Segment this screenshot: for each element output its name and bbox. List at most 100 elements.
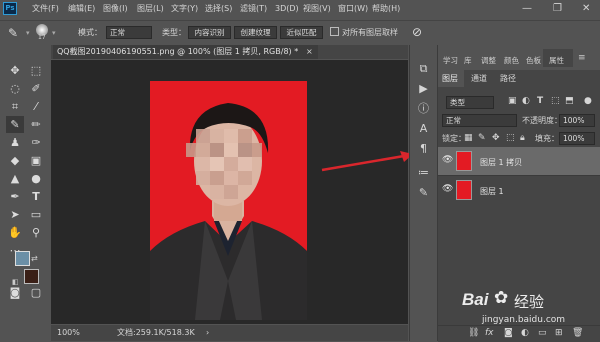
gradient-tool-icon[interactable]: ▣ <box>27 152 45 169</box>
lasso-tool-icon[interactable]: ◌ <box>6 80 24 97</box>
menu-file[interactable]: 文件(F) <box>32 5 59 13</box>
lock-all-icon[interactable]: 🔒︎ <box>520 133 525 143</box>
eraser-tool-icon[interactable]: ◆ <box>6 152 24 169</box>
tab-libraries[interactable]: 库 <box>464 55 472 66</box>
sample-all-checkbox[interactable] <box>330 27 339 36</box>
crop-tool-icon[interactable]: ⌗ <box>6 98 24 115</box>
swap-colors-icon[interactable]: ⇄ <box>31 254 38 263</box>
history-panel-icon[interactable]: ⧉ <box>415 61 432 77</box>
filter-toggle-icon[interactable]: ● <box>584 96 592 106</box>
brush-dropdown-icon[interactable]: ▾ <box>52 29 56 37</box>
tab-paths[interactable]: 路径 <box>500 75 516 83</box>
lock-position-icon[interactable]: ✥ <box>492 133 500 143</box>
character-panel-icon[interactable]: A <box>415 121 432 137</box>
lock-pixels-icon[interactable]: ✎ <box>478 133 486 143</box>
fill-input[interactable]: 100% <box>559 132 595 145</box>
status-arrow-icon[interactable]: › <box>206 329 209 337</box>
zoom-tool-icon[interactable]: ⚲ <box>27 224 45 241</box>
panel-menu-icon[interactable]: ≡ <box>578 53 586 63</box>
hand-tool-icon[interactable]: ✋ <box>6 224 24 241</box>
filter-adjustment-icon[interactable]: ◐ <box>522 96 530 106</box>
menu-help[interactable]: 帮助(H) <box>372 5 400 13</box>
tab-properties[interactable]: 属性 <box>549 55 564 66</box>
layer-kind-select[interactable]: 类型 <box>446 96 494 109</box>
close-tab-icon[interactable]: × <box>306 48 313 56</box>
visibility-eye-icon[interactable]: 👁︎ <box>442 184 453 194</box>
lock-transparent-icon[interactable]: ▦ <box>464 133 473 143</box>
portrait-photo[interactable] <box>150 81 307 320</box>
blend-mode-value: 正常 <box>446 116 461 125</box>
dropdown-arrow-icon[interactable]: ▾ <box>26 29 30 37</box>
dodge-tool-icon[interactable]: ● <box>27 170 45 187</box>
background-color-swatch[interactable] <box>24 269 39 284</box>
tab-adjustments[interactable]: 调整 <box>481 55 496 66</box>
blur-tool-icon[interactable]: ▲ <box>6 170 24 187</box>
path-select-tool-icon[interactable]: ➤ <box>6 206 24 223</box>
filter-pixel-icon[interactable]: ▣ <box>508 96 517 106</box>
close-window-button[interactable]: ✕ <box>582 3 590 14</box>
visibility-eye-icon[interactable]: 👁︎ <box>442 155 453 165</box>
shape-tool-icon[interactable]: ▭ <box>27 206 45 223</box>
menu-edit[interactable]: 编辑(E) <box>68 5 95 13</box>
opacity-input[interactable]: 100% <box>559 114 595 127</box>
annotation-arrow <box>321 151 413 172</box>
filter-shape-icon[interactable]: ⬚ <box>551 96 560 106</box>
tab-channels[interactable]: 通道 <box>471 75 487 83</box>
screen-mode-icon[interactable]: ▢ <box>27 284 45 301</box>
status-bar: 100% 文档:259.1K/518.3K › <box>51 325 408 341</box>
type-tool-icon[interactable]: T <box>27 188 45 205</box>
menu-3d[interactable]: 3D(D) <box>275 5 299 13</box>
move-tool-icon[interactable]: ✥ <box>6 62 24 79</box>
layer-name[interactable]: 图层 1 拷贝 <box>480 157 522 168</box>
filter-smart-icon[interactable]: ⬒ <box>565 96 574 106</box>
foreground-color-swatch[interactable] <box>15 251 30 266</box>
tab-color[interactable]: 颜色 <box>504 55 519 66</box>
zoom-level[interactable]: 100% <box>57 329 80 337</box>
menu-window[interactable]: 窗口(W) <box>338 5 368 13</box>
layer-thumbnail <box>456 180 472 200</box>
info-panel-icon[interactable]: ⓘ <box>415 101 432 117</box>
tab-swatches[interactable]: 色板 <box>526 55 541 66</box>
minimize-button[interactable]: — <box>522 3 532 14</box>
eyedropper-tool-icon[interactable]: ⁄ <box>27 98 45 115</box>
brush-tool-icon[interactable]: ✏ <box>27 116 45 133</box>
opacity-label: 不透明度： <box>522 116 562 125</box>
paragraph-panel-icon[interactable]: ¶ <box>415 141 432 157</box>
menu-filter[interactable]: 滤镜(T) <box>240 5 267 13</box>
menu-image[interactable]: 图像(I) <box>103 5 128 13</box>
spot-healing-brush-icon[interactable]: ✎ <box>8 26 18 40</box>
brushes-panel-icon[interactable]: ✎ <box>415 185 432 201</box>
document-tab[interactable]: QQ截图20190406190551.png @ 100% (图层 1 拷贝, … <box>53 45 318 59</box>
content-aware-button[interactable]: 内容识别 <box>188 26 231 39</box>
menu-layer[interactable]: 图层(L) <box>137 5 164 13</box>
tab-learn[interactable]: 学习 <box>443 55 458 66</box>
layer-name[interactable]: 图层 1 <box>480 186 504 197</box>
menu-select[interactable]: 选择(S) <box>205 5 232 13</box>
pen-tool-icon[interactable]: ✒ <box>6 188 24 205</box>
layer-row[interactable]: 👁︎ 图层 1 <box>438 175 600 204</box>
filter-type-icon[interactable]: T <box>537 96 543 106</box>
clone-stamp-tool-icon[interactable]: ♟ <box>6 134 24 151</box>
spot-healing-tool-icon[interactable]: ✎ <box>6 116 24 133</box>
menu-type[interactable]: 文字(Y) <box>171 5 198 13</box>
menu-view[interactable]: 视图(V) <box>303 5 331 13</box>
layer-thumbnail <box>456 151 472 171</box>
marquee-tool-icon[interactable]: ⬚ <box>27 62 45 79</box>
portrait-image <box>150 103 307 320</box>
history-brush-tool-icon[interactable]: ✑ <box>27 134 45 151</box>
pressure-icon[interactable]: ⊘ <box>412 25 422 39</box>
blend-mode-select[interactable]: 正常 <box>442 114 517 127</box>
actions-panel-icon[interactable]: ▶ <box>415 81 432 97</box>
proximity-match-button[interactable]: 近似匹配 <box>280 26 323 39</box>
options-bar: ✎ ▾ 17 ▾ 模式： 正常 类型： 内容识别 创建纹理 近似匹配 对所有图层… <box>0 20 600 45</box>
create-texture-button[interactable]: 创建纹理 <box>234 26 277 39</box>
lock-artboard-icon[interactable]: ⬚ <box>506 133 515 143</box>
mode-select[interactable]: 正常 <box>106 26 152 39</box>
tab-layers[interactable]: 图层 <box>442 75 458 83</box>
quick-select-tool-icon[interactable]: ✐ <box>27 80 45 97</box>
restore-button[interactable]: ❐ <box>553 3 562 14</box>
layer-kind-value: 类型 <box>450 98 465 107</box>
quick-mask-icon[interactable]: ◙ <box>6 284 24 301</box>
brush-settings-icon[interactable]: ≔ <box>415 165 432 181</box>
layer-row-selected[interactable]: 👁︎ 图层 1 拷贝 <box>438 147 600 175</box>
